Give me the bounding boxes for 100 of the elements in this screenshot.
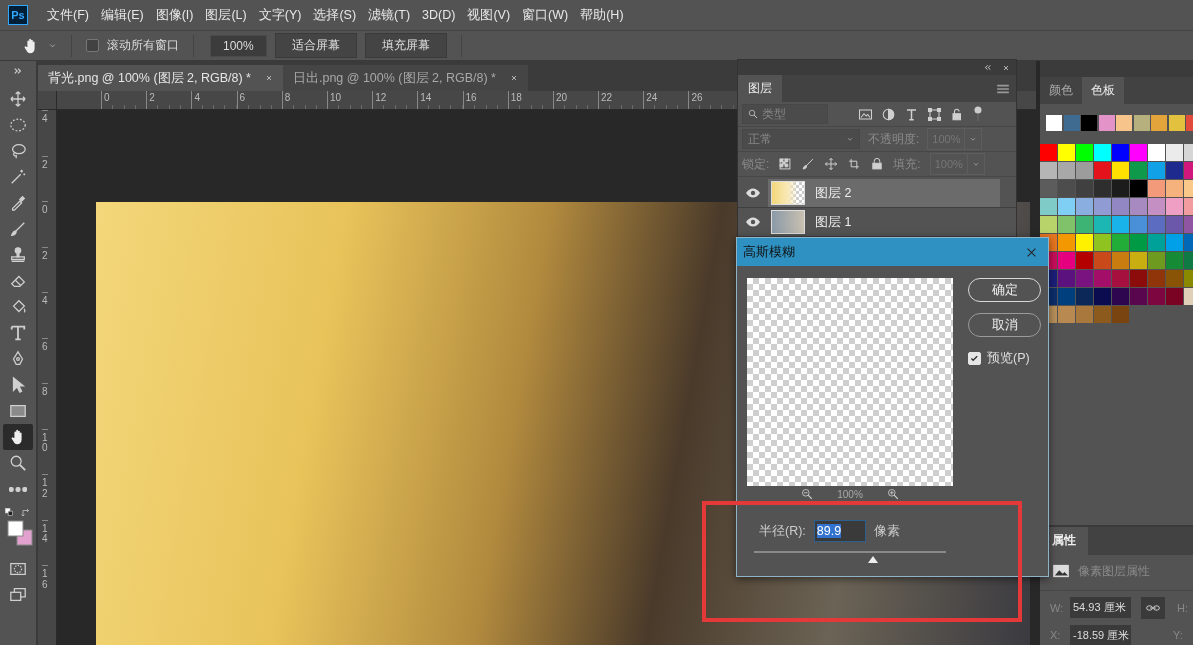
color-swatch[interactable] <box>1112 287 1129 305</box>
color-swatch[interactable] <box>1046 114 1062 131</box>
color-swatch[interactable] <box>1076 197 1093 215</box>
color-swatch[interactable] <box>1168 114 1185 131</box>
color-swatch[interactable] <box>1076 233 1093 251</box>
color-swatch[interactable] <box>1166 251 1183 269</box>
color-swatch[interactable] <box>1166 143 1183 161</box>
color-swatch[interactable] <box>1063 114 1080 131</box>
color-swatch[interactable] <box>1130 179 1147 197</box>
screen-mode-icon[interactable] <box>9 586 27 604</box>
zoom-field[interactable]: 100% <box>210 34 267 57</box>
color-swatch[interactable] <box>1081 114 1097 131</box>
color-swatch[interactable] <box>1148 269 1165 287</box>
color-swatch[interactable] <box>1148 215 1165 233</box>
color-swatch[interactable] <box>1166 215 1183 233</box>
color-swatch[interactable] <box>1076 305 1093 323</box>
link-button[interactable] <box>1141 597 1165 619</box>
color-swatch[interactable] <box>1058 179 1075 197</box>
color-swatch[interactable] <box>1112 215 1129 233</box>
color-swatch[interactable] <box>1076 143 1093 161</box>
layer-row[interactable]: 图层 2 <box>768 179 1000 207</box>
collapse-icon[interactable] <box>983 64 992 71</box>
color-swatch[interactable] <box>1094 143 1111 161</box>
color-swatch[interactable] <box>1040 143 1057 161</box>
color-swatch[interactable] <box>1166 233 1183 251</box>
document-tab[interactable]: 背光.png @ 100% (图层 2, RGB/8) * <box>38 65 283 91</box>
menu-item[interactable]: 选择(S) <box>312 4 358 26</box>
color-swatch[interactable] <box>1040 215 1057 233</box>
panel-menu-icon[interactable] <box>996 83 1010 94</box>
menu-item[interactable]: 3D(D) <box>421 6 457 24</box>
collapse-icon[interactable] <box>13 67 23 75</box>
color-swatch[interactable] <box>1130 161 1147 179</box>
color-swatch[interactable] <box>1130 251 1147 269</box>
layer-row[interactable]: 图层 1 <box>768 208 1000 236</box>
color-swatch[interactable] <box>1130 269 1147 287</box>
value-field[interactable]: 54.93 厘米 <box>1070 597 1131 619</box>
type-filter-icon[interactable] <box>904 106 919 122</box>
color-swatch[interactable] <box>1112 251 1129 269</box>
color-swatch[interactable] <box>1148 251 1165 269</box>
color-swatch[interactable] <box>1098 114 1115 131</box>
checkbox[interactable] <box>86 39 99 52</box>
lock-position-icon[interactable] <box>824 157 839 171</box>
close-icon[interactable] <box>509 74 518 82</box>
eye-icon[interactable] <box>745 187 761 199</box>
shape-filter-icon[interactable] <box>927 106 942 122</box>
document-tab[interactable]: 日出.png @ 100% (图层 2, RGB/8) * <box>282 65 528 91</box>
slider-thumb-icon[interactable] <box>867 555 880 564</box>
color-swatch[interactable] <box>1094 197 1111 215</box>
close-icon[interactable] <box>264 74 273 82</box>
fit-button[interactable]: 填充屏幕 <box>364 33 447 58</box>
zoom-out-icon[interactable] <box>801 488 814 500</box>
panel-tab[interactable]: 色板 <box>1082 76 1124 104</box>
lock-pixels-icon[interactable] <box>778 157 793 171</box>
color-swatches-drawing[interactable] <box>7 520 33 546</box>
menu-item[interactable]: 图层(L) <box>204 4 248 26</box>
menu-item[interactable]: 滤镜(T) <box>367 4 412 26</box>
value-field[interactable]: -18.59 厘米 <box>1070 625 1131 645</box>
cancel-button[interactable]: 取消 <box>968 313 1041 337</box>
color-swatch[interactable] <box>1112 305 1129 323</box>
panel-tab[interactable]: 颜色 <box>1040 76 1082 104</box>
color-swatch[interactable] <box>1094 161 1111 179</box>
color-swatch[interactable] <box>1112 269 1129 287</box>
color-swatch[interactable] <box>1148 197 1165 215</box>
color-swatch[interactable] <box>1148 179 1165 197</box>
color-swatch[interactable] <box>1112 143 1129 161</box>
default-colors-icon[interactable] <box>5 508 14 517</box>
color-swatch[interactable] <box>1040 197 1057 215</box>
color-swatch[interactable] <box>1112 179 1129 197</box>
menu-item[interactable]: 帮助(H) <box>579 4 625 26</box>
color-swatch[interactable] <box>1094 233 1111 251</box>
color-swatch[interactable] <box>1112 233 1129 251</box>
color-swatch[interactable] <box>1130 215 1147 233</box>
color-swatch[interactable] <box>1166 179 1183 197</box>
color-swatch[interactable] <box>1166 287 1183 305</box>
color-swatch[interactable] <box>1058 197 1075 215</box>
close-icon[interactable] <box>1002 63 1010 72</box>
color-swatch[interactable] <box>1058 269 1075 287</box>
color-swatch[interactable] <box>1040 179 1057 197</box>
color-swatch[interactable] <box>1076 269 1093 287</box>
color-swatch[interactable] <box>1116 114 1132 131</box>
zoom-in-icon[interactable] <box>886 488 899 500</box>
color-swatch[interactable] <box>1076 287 1093 305</box>
color-swatch[interactable] <box>1130 197 1147 215</box>
color-swatch[interactable] <box>1148 143 1165 161</box>
menu-item[interactable]: 图像(I) <box>154 4 195 26</box>
color-swatch[interactable] <box>1130 233 1147 251</box>
color-swatch[interactable] <box>1058 251 1075 269</box>
menu-item[interactable]: 文字(Y) <box>257 4 303 26</box>
color-swatch[interactable] <box>1094 305 1111 323</box>
color-swatch[interactable] <box>1076 161 1093 179</box>
menu-item[interactable]: 文件(F) <box>46 4 90 26</box>
menu-item[interactable]: 编辑(E) <box>99 4 145 26</box>
color-swatch[interactable] <box>1058 143 1075 161</box>
color-swatch[interactable] <box>1058 215 1075 233</box>
color-swatch[interactable] <box>1076 251 1093 269</box>
menu-item[interactable]: 窗口(W) <box>521 4 570 26</box>
lock-icon[interactable] <box>870 157 885 171</box>
color-swatch[interactable] <box>1166 161 1183 179</box>
color-swatch[interactable] <box>1130 143 1147 161</box>
tool-button[interactable] <box>3 424 33 450</box>
